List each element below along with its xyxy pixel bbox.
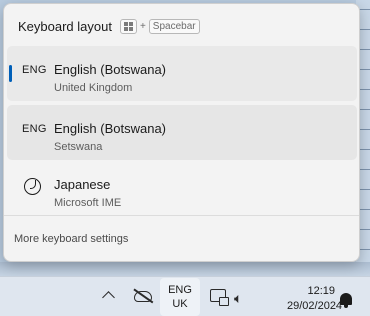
input-layout: UK bbox=[172, 298, 188, 310]
shortcut-plus: + bbox=[139, 20, 146, 32]
language-list: ENG English (Botswana) United Kingdom EN… bbox=[7, 46, 357, 223]
clock-date: 29/02/2024 bbox=[287, 300, 343, 312]
ime-mode-icon bbox=[24, 178, 41, 195]
notification-bell-icon[interactable] bbox=[340, 293, 352, 308]
layout-name: Microsoft IME bbox=[54, 197, 122, 209]
desktop-background bbox=[0, 262, 370, 276]
input-indicator-button[interactable]: ENG UK bbox=[160, 278, 200, 316]
clock[interactable]: 12:19 29/02/2024 bbox=[287, 284, 343, 314]
language-item-japanese[interactable]: Japanese Microsoft IME bbox=[7, 164, 357, 219]
keyboard-layout-flyout: Keyboard layout + Spacebar ENG English (… bbox=[3, 3, 360, 262]
language-item-english-uk[interactable]: ENG English (Botswana) United Kingdom bbox=[7, 46, 357, 101]
language-name: English (Botswana) bbox=[54, 121, 166, 136]
clock-time: 12:19 bbox=[307, 285, 335, 297]
chevron-up-icon[interactable] bbox=[102, 291, 115, 304]
selected-indicator bbox=[9, 65, 12, 82]
shortcut-hint: + Spacebar bbox=[119, 18, 200, 34]
language-code: ENG bbox=[22, 123, 47, 135]
flyout-title: Keyboard layout bbox=[18, 18, 112, 34]
input-language: ENG bbox=[168, 284, 192, 296]
divider bbox=[4, 215, 359, 216]
language-item-english-setswana[interactable]: ENG English (Botswana) Setswana bbox=[7, 105, 357, 160]
network-icon[interactable] bbox=[210, 289, 229, 306]
layout-name: United Kingdom bbox=[54, 82, 133, 94]
cloud-off-icon[interactable] bbox=[134, 291, 152, 302]
language-name: English (Botswana) bbox=[54, 62, 166, 77]
volume-icon[interactable]: 🔈︎ bbox=[234, 290, 242, 307]
more-keyboard-settings-link[interactable]: More keyboard settings bbox=[14, 233, 128, 245]
language-code: ENG bbox=[22, 64, 47, 76]
spacebar-key: Spacebar bbox=[148, 18, 200, 34]
taskbar: ENG UK 🔈︎ 12:19 29/02/2024 bbox=[0, 276, 370, 316]
windows-key-icon bbox=[119, 18, 137, 34]
flyout-header: Keyboard layout + Spacebar bbox=[18, 15, 200, 37]
language-name: Japanese bbox=[54, 177, 111, 192]
layout-name: Setswana bbox=[54, 141, 103, 153]
